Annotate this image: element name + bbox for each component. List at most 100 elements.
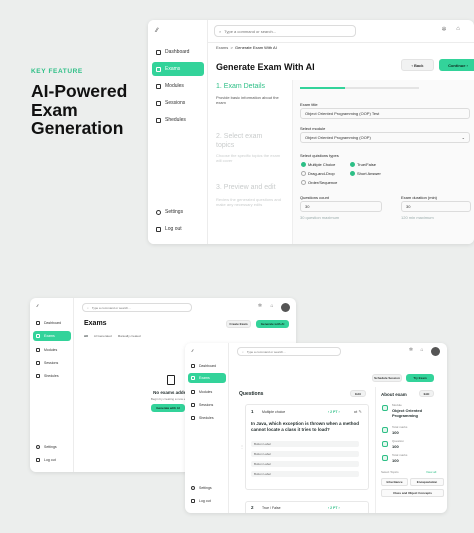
- answer-option-1[interactable]: Button Label: [251, 441, 359, 447]
- notification-icon[interactable]: ⌂: [268, 303, 276, 309]
- schedule-session-button[interactable]: Schedule Session: [372, 374, 402, 382]
- sidebar-item-modules[interactable]: Modules: [152, 80, 204, 92]
- search-bar[interactable]: ⌕: [214, 25, 356, 37]
- notification-icon[interactable]: ⌂: [418, 347, 426, 353]
- view-all-link[interactable]: View all: [426, 470, 436, 474]
- step-2-title[interactable]: 2. Select exam topics: [216, 132, 278, 150]
- exam-title-field[interactable]: Object Oriented Programming (OOP) Test: [300, 108, 470, 119]
- step-1-title[interactable]: 1. Exam Details: [216, 83, 265, 90]
- sidebar-item-exams[interactable]: Exams: [33, 331, 71, 341]
- settings-icon[interactable]: ✲: [407, 347, 415, 353]
- topic-chip[interactable]: Inheritance: [381, 478, 408, 486]
- gear-icon: [191, 485, 195, 490]
- question-actions-icon[interactable]: ⇄ ✎: [354, 409, 362, 414]
- breadcrumb-item-exams[interactable]: Exams: [216, 45, 228, 50]
- qtype-multiple-choice[interactable]: Multiple Choice: [301, 162, 335, 168]
- drag-handle-icon[interactable]: ⋮: [240, 444, 244, 449]
- about-module-label: Module: [392, 403, 402, 407]
- gear-icon: [36, 444, 40, 449]
- page-title: Generate Exam With AI: [216, 62, 315, 72]
- qtype-order-sequence[interactable]: Order/Sequence: [301, 180, 337, 186]
- calendar-icon: [191, 402, 195, 407]
- sidebar-item-dashboard[interactable]: Dashboard: [152, 46, 204, 58]
- avatar[interactable]: [281, 303, 290, 312]
- sidebar-item-modules[interactable]: Modules: [188, 387, 226, 396]
- search-input[interactable]: [224, 28, 355, 34]
- sidebar-item-sessions[interactable]: Sessions: [33, 358, 71, 367]
- sidebar-item-sessions[interactable]: Sessions: [188, 400, 226, 409]
- search-bar[interactable]: ⌕: [82, 303, 192, 312]
- about-total-marks-value: 100: [392, 430, 399, 435]
- search-input[interactable]: [246, 349, 340, 354]
- exam-duration-field[interactable]: 30: [401, 201, 471, 212]
- key-feature-label: KEY FEATURE: [31, 68, 83, 75]
- about-module-value: Object Oriented Programming: [392, 408, 423, 418]
- file-icon: [191, 376, 195, 380]
- question-points[interactable]: ‹ 2 PT ›: [328, 410, 340, 414]
- about-panel: About exam Edit Module Object Oriented P…: [375, 387, 447, 513]
- about-edit-button[interactable]: Edit: [419, 390, 434, 397]
- sidebar-item-exams[interactable]: Exams: [152, 62, 204, 76]
- qtype-short-answer[interactable]: Short Answer: [350, 171, 381, 177]
- search-bar[interactable]: ⌕: [237, 347, 341, 356]
- sidebar-item-schedules[interactable]: Shedules: [33, 371, 71, 380]
- answer-option-3[interactable]: Button Label: [251, 461, 359, 467]
- answer-option-2[interactable]: Button Label: [251, 451, 359, 457]
- question-text: In Java, which exception is thrown when …: [251, 421, 360, 432]
- tab-ai-generated[interactable]: AI Generated: [94, 334, 112, 338]
- create-exam-button[interactable]: Create Exam: [226, 320, 251, 328]
- sidebar-item-logout[interactable]: Log out: [188, 496, 226, 505]
- layers-icon: [191, 389, 195, 394]
- search-icon: ⌕: [242, 349, 244, 354]
- qtype-drag-and-drop[interactable]: Drag-and-Drop: [301, 171, 335, 177]
- tab-all[interactable]: All: [84, 334, 88, 338]
- exam-duration-label: Exam duration (min): [401, 195, 438, 200]
- sidebar-item-sessions[interactable]: Sessions: [152, 97, 204, 109]
- marks-icon: [382, 427, 388, 433]
- sidebar-item-exams[interactable]: Exams: [188, 373, 226, 383]
- question-points[interactable]: ‹ 2 PT ›: [328, 506, 340, 510]
- logout-icon: [36, 457, 40, 462]
- notification-icon[interactable]: ⌂: [453, 26, 463, 32]
- calendar-icon: [36, 360, 40, 365]
- sidebar-item-dashboard[interactable]: Dashboard: [33, 318, 71, 327]
- radio-checked-icon: [350, 162, 355, 168]
- sidebar-item-schedules[interactable]: Shedules: [188, 413, 226, 422]
- page-title: Exams: [84, 320, 107, 327]
- settings-icon[interactable]: ✲: [439, 26, 449, 33]
- empty-generate-button[interactable]: Generate with AI: [151, 404, 185, 412]
- settings-icon[interactable]: ✲: [256, 303, 264, 309]
- sidebar-item-settings[interactable]: Settings: [152, 206, 204, 218]
- continue-button[interactable]: Continue ›: [439, 59, 474, 71]
- step-3-desc: Review the generated questions and make …: [216, 197, 281, 207]
- questions-count-field[interactable]: 30: [300, 201, 382, 212]
- back-button[interactable]: ‹ Back: [401, 59, 434, 71]
- topic-chip[interactable]: Encapsulation: [410, 478, 444, 486]
- step-3-title[interactable]: 3. Preview and edit: [216, 184, 276, 191]
- about-title: About exam: [381, 392, 407, 397]
- tab-manually-created[interactable]: Manually created: [118, 334, 141, 338]
- sidebar-item-logout[interactable]: Log out: [152, 223, 204, 235]
- sidebar-item-dashboard[interactable]: Dashboard: [188, 361, 226, 370]
- calendar-icon: [156, 100, 161, 106]
- chevron-right-icon: ›: [465, 62, 468, 68]
- try-exam-button[interactable]: Try Exam: [406, 374, 434, 382]
- avatar[interactable]: [431, 347, 440, 356]
- search-input[interactable]: [91, 305, 191, 310]
- sidebar: ⁄∕ Dashboard Exams Modules Sessions Shed…: [30, 298, 74, 472]
- radio-empty-icon: [301, 180, 306, 186]
- sidebar-item-logout[interactable]: Log out: [33, 455, 71, 464]
- qtype-true-false[interactable]: True/False: [350, 162, 376, 168]
- questions-edit-button[interactable]: Edit: [350, 390, 366, 397]
- sidebar-item-modules[interactable]: Modules: [33, 345, 71, 354]
- topic-chip[interactable]: Class and Object Concepts: [381, 489, 444, 497]
- generate-with-ai-button[interactable]: Generate with AI: [256, 320, 289, 328]
- module-select[interactable]: Object Oriented Programming (OOP) ⌄: [300, 132, 470, 143]
- about-topics-label: Select Topics: [381, 470, 399, 474]
- answer-option-4[interactable]: Button Label: [251, 471, 359, 477]
- sidebar-item-settings[interactable]: Settings: [188, 483, 226, 492]
- sidebar-item-settings[interactable]: Settings: [33, 442, 71, 451]
- logo: ⁄∕: [192, 348, 194, 353]
- logout-icon: [191, 498, 195, 503]
- sidebar-item-schedules[interactable]: Shedules: [152, 114, 204, 126]
